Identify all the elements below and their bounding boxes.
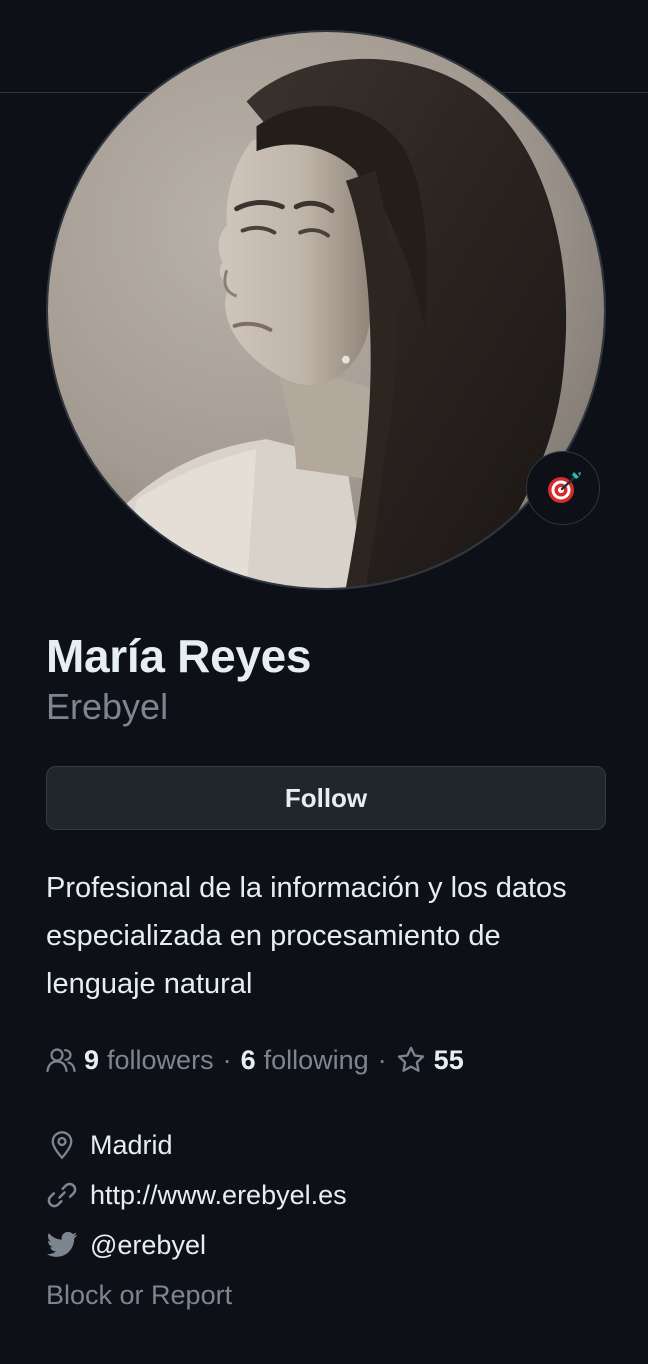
profile-photo	[48, 32, 604, 588]
block-or-report-link[interactable]: Block or Report	[46, 1280, 232, 1311]
location-text: Madrid	[90, 1129, 173, 1160]
star-icon	[397, 1046, 424, 1072]
twitter-row: @erebyel	[46, 1220, 606, 1270]
stars-link[interactable]: 55	[396, 1045, 472, 1076]
profile-stats: 9 followers · 6 following · 55	[46, 1038, 472, 1082]
followers-count: 9	[84, 1044, 100, 1075]
follow-button[interactable]: Follow	[46, 766, 606, 830]
stats-separator: ·	[222, 1044, 232, 1075]
location-pin-icon	[46, 1129, 78, 1161]
location-row: Madrid	[46, 1120, 606, 1170]
followers-label: followers	[107, 1044, 214, 1075]
twitter-handle-link[interactable]: @erebyel	[90, 1230, 206, 1261]
stats-separator: ·	[377, 1044, 387, 1075]
profile-bio: Profesional de la información y los dato…	[46, 872, 567, 1000]
profile-full-name: María Reyes	[46, 630, 312, 682]
status-badge[interactable]	[526, 451, 600, 525]
profile-names: María Reyes Erebyel	[46, 628, 606, 730]
website-link[interactable]: http://www.erebyel.es	[90, 1180, 347, 1211]
website-row: http://www.erebyel.es	[46, 1170, 606, 1220]
following-label: following	[263, 1044, 369, 1075]
profile-username: Erebyel	[46, 686, 169, 727]
stars-count: 55	[433, 1044, 464, 1075]
dart-bullseye-icon	[548, 472, 581, 503]
avatar[interactable]	[46, 30, 606, 590]
people-icon	[46, 1048, 76, 1073]
link-icon	[46, 1179, 78, 1211]
following-count: 6	[240, 1044, 256, 1075]
profile-details: Madrid http://www.erebyel.es @erebyel	[46, 1120, 606, 1270]
twitter-bird-icon	[46, 1229, 78, 1261]
following-link[interactable]: 6 following	[241, 1045, 369, 1076]
followers-link[interactable]: 9 followers	[46, 1045, 214, 1076]
